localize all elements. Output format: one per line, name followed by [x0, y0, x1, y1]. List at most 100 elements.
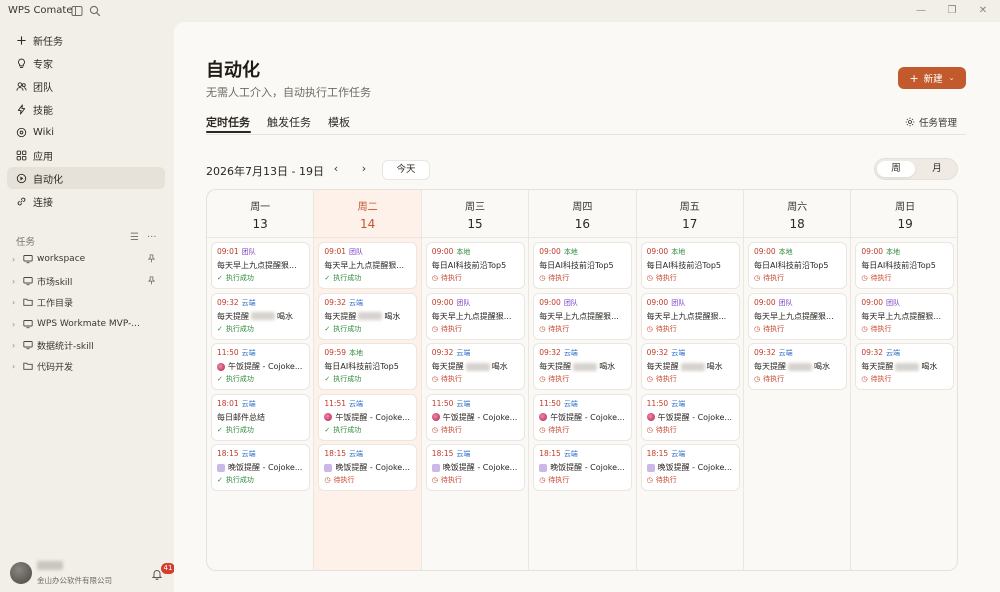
task-time: 09:32 [646, 348, 669, 357]
pin-icon[interactable] [147, 276, 156, 285]
chevron-right-icon[interactable]: › [12, 298, 20, 307]
tree-item-data-stats[interactable]: › 数据统计-skill [12, 336, 164, 354]
tab-templates[interactable]: 模板 [328, 114, 350, 130]
next-week-button[interactable]: › [357, 161, 371, 177]
task-card[interactable]: 18:15 云端 晚饭提醒 - Cojoke... ◷ 待执行 [640, 444, 740, 491]
more-icon[interactable]: ··· [147, 232, 157, 243]
task-card[interactable]: 09:32 云端 每天提醒 喝水 ✓ 执行成功 [318, 292, 418, 340]
restore-icon[interactable]: ❐ [944, 4, 960, 18]
task-card[interactable]: 09:32 云端 每天提醒 喝水 ◷ 待执行 [425, 343, 525, 390]
task-time: 09:32 [754, 348, 776, 357]
task-card[interactable]: 09:32 云端 每天提醒 喝水 ◷ 待执行 [640, 343, 740, 390]
sidebar-item-connect[interactable]: 连接 [7, 190, 165, 212]
task-meta: 11:50 云端 [647, 399, 734, 410]
view-month-option[interactable]: 月 [918, 161, 956, 177]
pin-icon[interactable] [147, 254, 156, 263]
day-column: 周三 15 09:00 本地 每日AI科技前沿Top5 ◷ 待执行 09:00 团队 每天早上九点… [421, 190, 530, 570]
tree-item-workspace[interactable]: › workspace [12, 250, 164, 268]
task-card[interactable]: 09:32 云端 每天提醒 喝水 ✓ 执行成功 [211, 292, 310, 340]
sidebar-toggle-icon[interactable] [71, 5, 83, 17]
task-time: 09:00 [539, 247, 561, 256]
task-card[interactable]: 09:00 团队 每天早上九点提醒狠... ◷ 待执行 [855, 292, 955, 340]
title-bar: WPS Comate — ❐ ✕ [0, 0, 1000, 24]
active-tab-indicator [206, 131, 251, 133]
task-card[interactable]: 18:15 云端 晚饭提醒 - Cojoke... ◷ 待执行 [425, 444, 525, 491]
task-card[interactable]: 09:32 云端 每天提醒 喝水 ◷ 待执行 [855, 343, 955, 390]
prev-week-button[interactable]: ‹ [329, 161, 343, 177]
task-location-tag: 团队 [886, 298, 901, 307]
avatar[interactable] [10, 562, 32, 584]
task-meta: 09:00 本地 [861, 247, 948, 258]
task-status-label: 待执行 [440, 274, 462, 282]
task-card[interactable]: 11:50 云端 午饭提醒 - Cojoke... ◷ 待执行 [640, 393, 740, 441]
task-title-prefix: 每天提醒 [217, 311, 249, 321]
sidebar-item-experts[interactable]: 专家 [7, 52, 165, 74]
task-card[interactable]: 09:00 本地 每日AI科技前沿Top5 ◷ 待执行 [748, 242, 847, 289]
tree-item-work-dir[interactable]: › 工作目录 [12, 293, 164, 311]
new-button[interactable]: + 新建 ⌄ [898, 67, 966, 89]
task-card[interactable]: 09:32 云端 每天提醒 喝水 ◷ 待执行 [533, 343, 633, 390]
sidebar-item-wiki[interactable]: Wiki [7, 121, 165, 143]
task-card[interactable]: 18:15 云端 晚饭提醒 - Cojoke... ◷ 待执行 [318, 444, 418, 491]
day-name: 周五 [679, 202, 700, 213]
task-card[interactable]: 18:15 云端 晚饭提醒 - Cojoke... ◷ 待执行 [533, 444, 633, 491]
task-time: 09:00 [431, 247, 454, 256]
task-title: 每天提醒 喝水 [754, 360, 841, 373]
sidebar-item-apps[interactable]: 应用 [7, 144, 165, 166]
task-card[interactable]: 09:00 本地 每日AI科技前沿Top5 ◷ 待执行 [533, 242, 633, 289]
task-status-label: 待执行 [440, 476, 462, 484]
task-card[interactable]: 09:00 团队 每天早上九点提醒狠... ◷ 待执行 [533, 292, 633, 340]
minimize-icon[interactable]: — [913, 4, 929, 18]
task-location-tag: 团队 [671, 298, 686, 307]
task-title: 午饭提醒 - Cojoke... [646, 411, 734, 424]
task-card[interactable]: 09:01 团队 每天早上九点提醒狠... ✓ 执行成功 [318, 242, 418, 289]
task-card[interactable]: 09:00 团队 每天早上九点提醒狠... ◷ 待执行 [425, 292, 525, 340]
task-card[interactable]: 18:15 云端 晚饭提醒 - Cojoke... ✓ 执行成功 [211, 444, 310, 491]
task-location-tag: 本地 [778, 248, 793, 256]
task-card[interactable]: 11:51 云端 午饭提醒 - Cojoke... ✓ 执行成功 [318, 393, 418, 441]
chevron-right-icon[interactable]: › [12, 341, 20, 350]
sidebar-item-automation[interactable]: 自动化 [7, 167, 165, 189]
task-card[interactable]: 09:32 云端 每天提醒 喝水 ◷ 待执行 [748, 343, 847, 390]
task-card[interactable]: 09:00 本地 每日AI科技前沿Top5 ◷ 待执行 [425, 242, 525, 289]
sidebar-item-new-task[interactable]: 新任务 [7, 29, 165, 51]
monitor-icon [23, 255, 33, 264]
chevron-right-icon[interactable]: › [12, 277, 20, 286]
task-card[interactable]: 09:00 本地 每日AI科技前沿Top5 ◷ 待执行 [640, 242, 740, 289]
tree-item-label: WPS Workmate MVP-... [37, 319, 140, 329]
chevron-right-icon[interactable]: › [12, 320, 20, 329]
task-card[interactable]: 09:01 团队 每天早上九点提醒狠... ✓ 执行成功 [211, 242, 310, 289]
task-card[interactable]: 09:59 本地 每日AI科技前沿Top5 ✓ 执行成功 [318, 343, 418, 390]
task-card[interactable]: 18:01 云端 每日邮件总结 ✓ 执行成功 [211, 393, 310, 441]
task-card[interactable]: 11:50 云端 午饭提醒 - Cojoke... ◷ 待执行 [425, 393, 525, 441]
task-meta: 09:00 团队 [647, 298, 734, 309]
check-icon: ✓ [217, 425, 223, 434]
task-status-label: 待执行 [655, 425, 677, 434]
tab-triggered[interactable]: 触发任务 [267, 114, 311, 130]
clock-icon: ◷ [539, 476, 546, 484]
tree-item-market-skill[interactable]: › 市场skill [12, 272, 164, 290]
filter-icon[interactable]: ☰ [130, 232, 139, 243]
close-icon[interactable]: ✕ [975, 4, 991, 18]
task-card[interactable]: 09:00 团队 每天早上九点提醒狠... ◷ 待执行 [640, 292, 740, 340]
clock-icon: ◷ [861, 324, 868, 333]
task-card[interactable]: 09:00 团队 每天早上九点提醒狠... ◷ 待执行 [748, 292, 847, 340]
task-card[interactable]: 09:00 本地 每日AI科技前沿Top5 ◷ 待执行 [855, 242, 955, 289]
view-week-option[interactable]: 周 [877, 161, 915, 177]
chevron-right-icon[interactable]: › [12, 255, 20, 264]
today-button[interactable]: 今天 [382, 160, 430, 180]
chevron-right-icon[interactable]: › [12, 362, 20, 371]
tree-item-wps-workmate[interactable]: › WPS Workmate MVP-... [12, 315, 164, 333]
task-card[interactable]: 11:50 云端 午饭提醒 - Cojoke... ✓ 执行成功 [211, 343, 310, 390]
task-card[interactable]: 11:50 云端 午饭提醒 - Cojoke... ◷ 待执行 [533, 393, 633, 441]
task-meta: 09:00 团队 [754, 298, 841, 309]
task-time: 09:32 [861, 348, 884, 357]
task-title: 每天提醒 喝水 [432, 360, 519, 373]
task-management-button[interactable]: 任务管理 [905, 115, 957, 129]
tab-scheduled[interactable]: 定时任务 [206, 114, 250, 130]
sidebar-item-team[interactable]: 团队 [7, 75, 165, 97]
search-icon[interactable] [89, 5, 101, 17]
user-profile[interactable]: 金山办公软件有限公司 41 [8, 560, 175, 586]
sidebar-item-skills[interactable]: 技能 [7, 98, 165, 120]
tree-item-code-dev[interactable]: › 代码开发 [12, 357, 164, 375]
